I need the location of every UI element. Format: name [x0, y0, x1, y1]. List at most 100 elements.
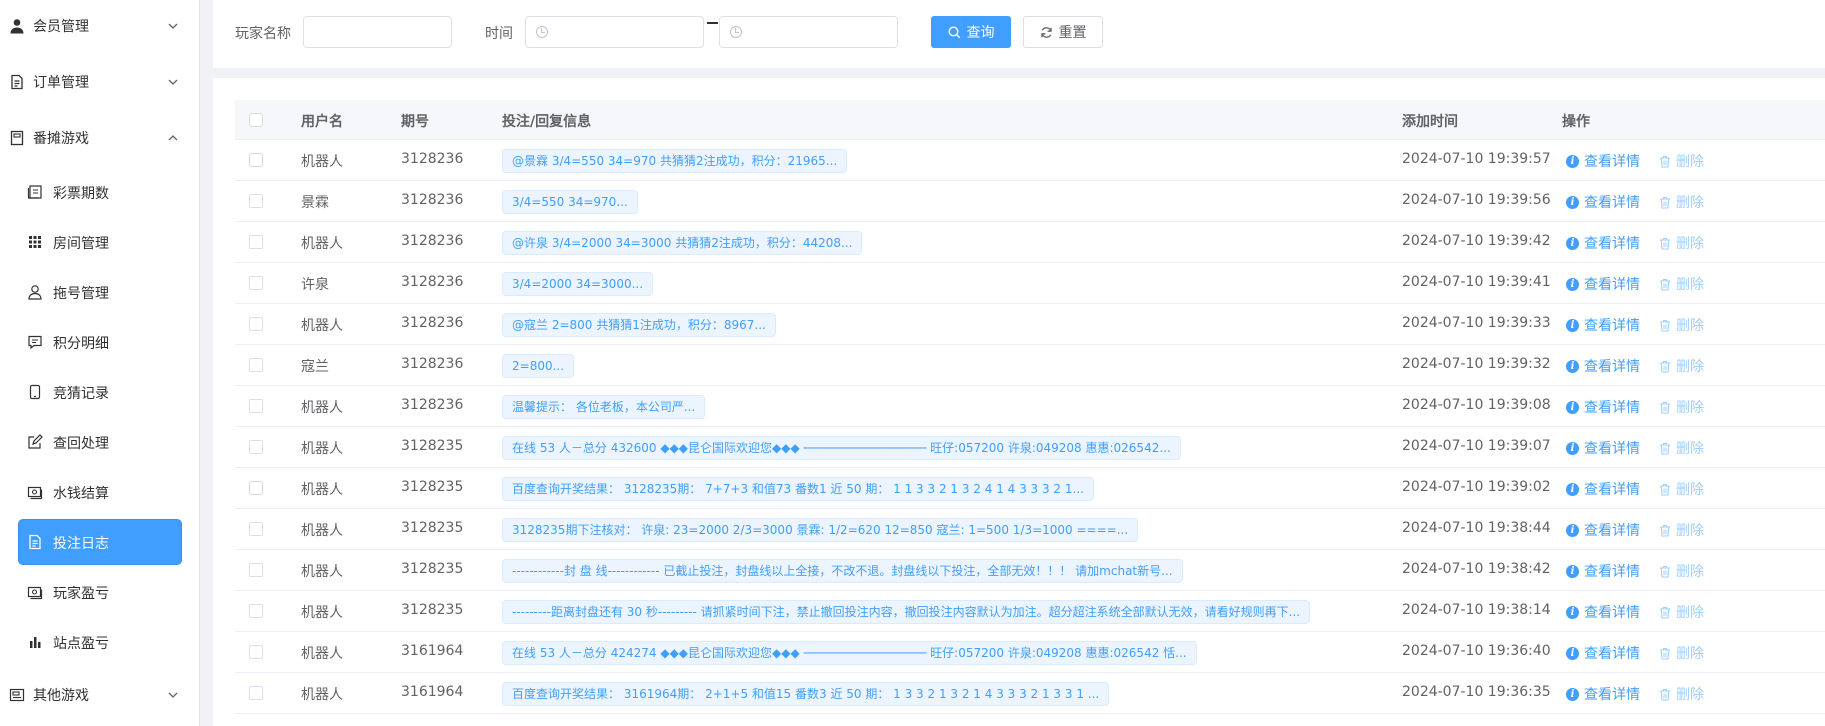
cell-message-tag: 3128235期下注核对： 许泉: 23=2000 2/3=3000 景霖: 1…	[502, 518, 1139, 542]
header-time: 添加时间	[1402, 114, 1458, 130]
mobile-icon	[29, 384, 41, 400]
delete-label: 删除	[1676, 605, 1704, 621]
delete-button[interactable]: 删除	[1659, 438, 1704, 458]
delete-label: 删除	[1676, 564, 1704, 580]
row-checkbox[interactable]	[249, 645, 263, 659]
view-detail-button[interactable]: i 查看详情	[1566, 192, 1640, 212]
player-name-input[interactable]	[303, 16, 452, 48]
cell-period: 3128236	[401, 315, 464, 331]
select-all-checkbox[interactable]	[249, 113, 263, 127]
view-detail-button[interactable]: i 查看详情	[1566, 356, 1640, 376]
row-checkbox[interactable]	[249, 563, 263, 577]
delete-label: 删除	[1676, 523, 1704, 539]
cell-period: 3128236	[401, 151, 464, 167]
cell-time: 2024-07-10 19:38:14	[1402, 602, 1551, 618]
row-checkbox[interactable]	[249, 194, 263, 208]
cell-time: 2024-07-10 19:39:32	[1402, 356, 1551, 372]
delete-button[interactable]: 删除	[1659, 479, 1704, 499]
row-checkbox[interactable]	[249, 686, 263, 700]
sidebar-item-bet-log[interactable]: 投注日志	[19, 520, 181, 564]
clock-icon	[730, 26, 742, 38]
row-checkbox[interactable]	[249, 440, 263, 454]
row-checkbox[interactable]	[249, 358, 263, 372]
cell-username: 机器人	[301, 523, 343, 539]
menu-group-member[interactable]: 会员管理	[0, 1, 199, 51]
view-detail-button[interactable]: i 查看详情	[1566, 561, 1640, 581]
row-checkbox[interactable]	[249, 317, 263, 331]
view-detail-label: 查看详情	[1584, 441, 1640, 457]
delete-button[interactable]: 删除	[1659, 602, 1704, 622]
menu-group-order[interactable]: 订单管理	[0, 57, 199, 107]
header-username: 用户名	[301, 114, 343, 130]
menu-group-fantan[interactable]: 番摊游戏	[0, 113, 199, 163]
sidebar-item-site-profit[interactable]: 站点盈亏	[19, 620, 181, 664]
view-detail-button[interactable]: i 查看详情	[1566, 684, 1640, 704]
view-detail-button[interactable]: i 查看详情	[1566, 233, 1640, 253]
start-time-input[interactable]	[525, 16, 704, 48]
view-detail-button[interactable]: i 查看详情	[1566, 151, 1640, 171]
sidebar-item-label: 站点盈亏	[53, 636, 109, 652]
wallet-icon	[9, 688, 25, 702]
reset-button[interactable]: 重置	[1023, 16, 1103, 48]
delete-button[interactable]: 删除	[1659, 356, 1704, 376]
chevron-up-icon	[168, 135, 178, 141]
range-separator	[707, 22, 718, 24]
sidebar-item-guess-records[interactable]: 竞猜记录	[19, 370, 181, 414]
delete-button[interactable]: 删除	[1659, 192, 1704, 212]
delete-button[interactable]: 删除	[1659, 561, 1704, 581]
sidebar-item-drag-management[interactable]: 拖号管理	[19, 270, 181, 314]
cell-period: 3161964	[401, 684, 464, 700]
delete-button[interactable]: 删除	[1659, 643, 1704, 663]
row-checkbox[interactable]	[249, 604, 263, 618]
menu-group-label: 其他游戏	[33, 688, 89, 704]
end-time-input[interactable]	[719, 16, 898, 48]
delete-button[interactable]: 删除	[1659, 233, 1704, 253]
time-label: 时间	[485, 26, 513, 42]
view-detail-label: 查看详情	[1584, 154, 1640, 170]
view-detail-button[interactable]: i 查看详情	[1566, 438, 1640, 458]
view-detail-button[interactable]: i 查看详情	[1566, 643, 1640, 663]
delete-button[interactable]: 删除	[1659, 397, 1704, 417]
sidebar-item-room-management[interactable]: 房间管理	[19, 220, 181, 264]
reset-button-label: 重置	[1058, 25, 1087, 41]
sidebar-item-review-processing[interactable]: 查回处理	[19, 420, 181, 464]
cell-period: 3128236	[401, 192, 464, 208]
delete-button[interactable]: 删除	[1659, 520, 1704, 540]
row-checkbox[interactable]	[249, 399, 263, 413]
view-detail-label: 查看详情	[1584, 523, 1640, 539]
view-detail-button[interactable]: i 查看详情	[1566, 397, 1640, 417]
delete-label: 删除	[1676, 646, 1704, 662]
view-detail-button[interactable]: i 查看详情	[1566, 520, 1640, 540]
delete-label: 删除	[1676, 482, 1704, 498]
row-checkbox[interactable]	[249, 235, 263, 249]
menu-group-other-games[interactable]: 其他游戏	[0, 670, 199, 720]
cell-period: 3128236	[401, 356, 464, 372]
view-detail-button[interactable]: i 查看详情	[1566, 479, 1640, 499]
menu-group-label: 会员管理	[33, 19, 89, 35]
row-checkbox[interactable]	[249, 481, 263, 495]
view-detail-button[interactable]: i 查看详情	[1566, 602, 1640, 622]
row-checkbox[interactable]	[249, 153, 263, 167]
delete-button[interactable]: 删除	[1659, 315, 1704, 335]
trash-icon	[1660, 278, 1670, 291]
delete-button[interactable]: 删除	[1659, 684, 1704, 704]
sidebar-item-points-detail[interactable]: 积分明细	[19, 320, 181, 364]
sidebar-item-water-settlement[interactable]: 水钱结算	[19, 470, 181, 514]
delete-button[interactable]: 删除	[1659, 151, 1704, 171]
cell-message-tag: @寇兰 2=800 共猜猜1注成功，积分：8967...	[502, 313, 776, 337]
info-icon: i	[1566, 277, 1579, 291]
query-button[interactable]: 查询	[931, 16, 1011, 48]
info-icon: i	[1566, 441, 1579, 455]
sidebar-item-label: 水钱结算	[53, 486, 109, 502]
chat-icon	[28, 335, 42, 350]
delete-button[interactable]: 删除	[1659, 274, 1704, 294]
sidebar-item-lottery-periods[interactable]: 彩票期数	[19, 170, 181, 214]
sidebar-item-label: 拖号管理	[53, 286, 109, 302]
view-detail-button[interactable]: i 查看详情	[1566, 274, 1640, 294]
row-checkbox[interactable]	[249, 522, 263, 536]
info-icon: i	[1566, 687, 1579, 701]
view-detail-button[interactable]: i 查看详情	[1566, 315, 1640, 335]
row-checkbox[interactable]	[249, 276, 263, 290]
sidebar-item-player-profit[interactable]: 玩家盈亏	[19, 570, 181, 614]
cell-message-tag: ------------封 盘 线------------ 已截止投注，封盘线以…	[502, 559, 1183, 583]
